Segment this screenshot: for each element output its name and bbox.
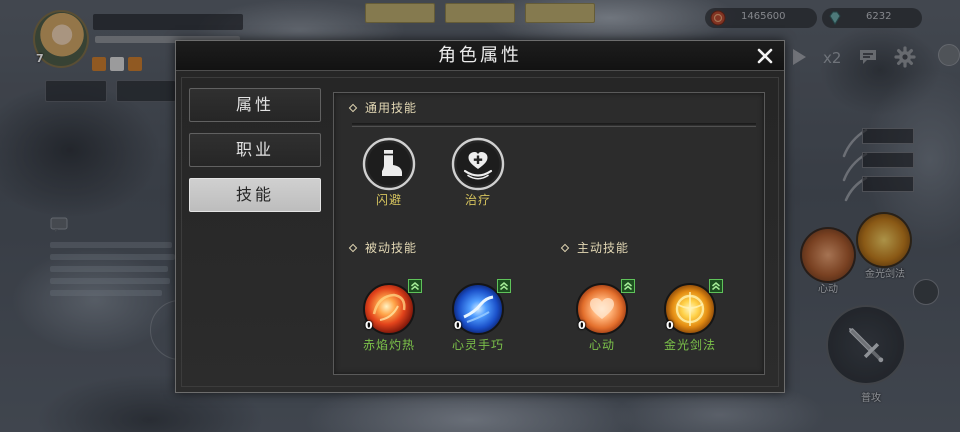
section-marker-icon xyxy=(560,243,570,253)
heal-heart-icon xyxy=(451,137,505,191)
section-title: 主动技能 xyxy=(577,241,630,255)
game-screen: 7 1465600 6232 x2 心动 金光剑法 普攻 角色属性 属性 职业 … xyxy=(0,0,960,432)
skill-level: 0 xyxy=(578,319,586,332)
section-passive-skills: 被动技能 xyxy=(348,241,417,255)
skill-level: 0 xyxy=(454,319,462,332)
upgrade-arrow-icon[interactable] xyxy=(408,279,422,293)
skill-item-heartbeat: 0 心动 xyxy=(562,279,642,362)
skill-item-dodge: 闪避 xyxy=(349,137,429,217)
section-title: 通用技能 xyxy=(365,101,418,115)
skill-icon-button[interactable] xyxy=(451,137,505,191)
upgrade-arrow-icon[interactable] xyxy=(621,279,635,293)
section-general-skills: 通用技能 xyxy=(348,101,417,115)
tab-skills[interactable]: 技能 xyxy=(189,178,321,212)
skill-icon-button[interactable] xyxy=(362,137,416,191)
skill-item-heal: 治疗 xyxy=(438,137,518,217)
skills-panel: 通用技能 闪避 治疗 被动技能 0 赤焰灼热 0 心灵手巧 主动技能 0 心动 … xyxy=(333,92,765,375)
dodge-boot-icon xyxy=(362,137,416,191)
skill-name: 闪避 xyxy=(375,193,402,207)
skill-name: 心动 xyxy=(588,338,615,352)
skill-item-flame: 0 赤焰灼热 xyxy=(349,279,429,362)
skill-level: 0 xyxy=(365,319,373,332)
section-active-skills: 主动技能 xyxy=(560,241,629,255)
skill-level: 0 xyxy=(666,319,674,332)
section-marker-icon xyxy=(348,103,358,113)
dialog-title: 角色属性 xyxy=(438,45,522,66)
dialog-title-bar: 角色属性 xyxy=(176,41,784,71)
character-attributes-dialog: 角色属性 属性 职业 技能 通用技能 闪避 治疗 被动技能 0 赤焰灼热 0 心… xyxy=(175,40,785,393)
close-icon xyxy=(757,48,773,64)
close-button[interactable] xyxy=(754,45,776,67)
tab-profession[interactable]: 职业 xyxy=(189,133,321,167)
upgrade-arrow-icon[interactable] xyxy=(497,279,511,293)
upgrade-arrow-icon[interactable] xyxy=(709,279,723,293)
skill-item-golden-sword: 0 金光剑法 xyxy=(650,279,730,362)
skill-name: 治疗 xyxy=(464,193,491,207)
section-marker-icon xyxy=(348,243,358,253)
section-title: 被动技能 xyxy=(365,241,418,255)
section-divider xyxy=(352,123,756,127)
skill-item-dexterity: 0 心灵手巧 xyxy=(438,279,518,362)
skill-name: 赤焰灼热 xyxy=(362,338,415,352)
skill-name: 金光剑法 xyxy=(663,338,716,352)
tab-attributes[interactable]: 属性 xyxy=(189,88,321,122)
skill-name: 心灵手巧 xyxy=(451,338,504,352)
